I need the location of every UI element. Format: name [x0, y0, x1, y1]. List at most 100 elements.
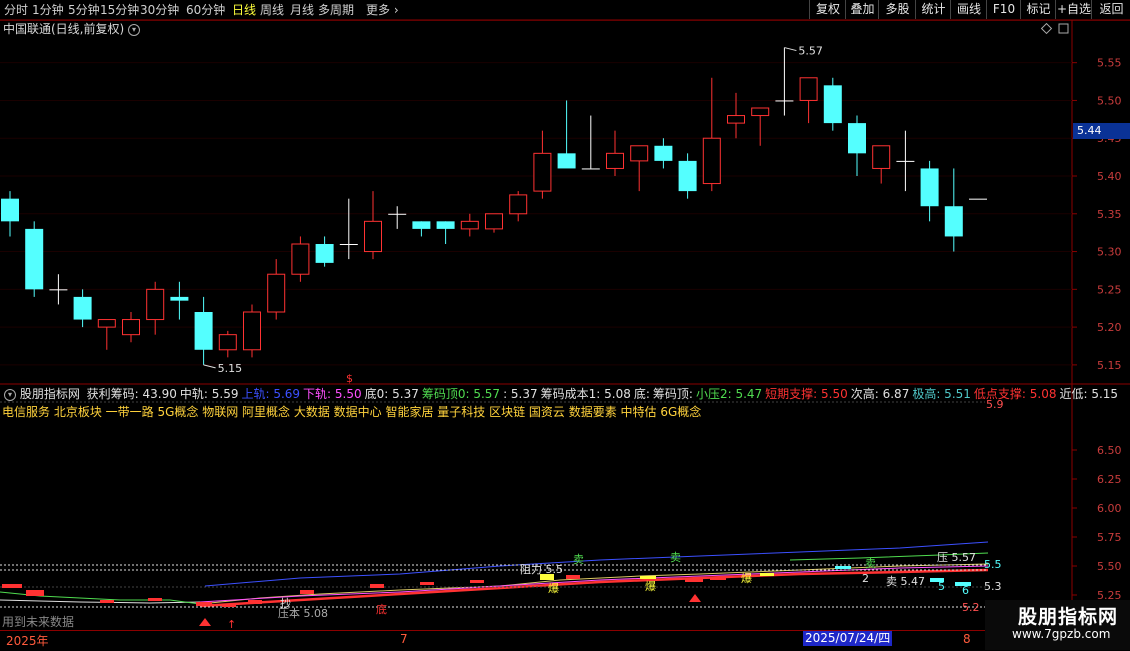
- chip-block: [196, 602, 212, 606]
- high-label: 5.57: [798, 45, 823, 58]
- candle: [533, 130, 552, 199]
- candle: [727, 92, 745, 139]
- annot-ya: 压 5.57: [937, 551, 976, 564]
- annot-six: 6: [962, 584, 969, 597]
- annot-mai3: 卖: [865, 557, 876, 570]
- main-price-axis: 5.555.505.455.405.355.305.255.205.15: [1072, 57, 1122, 372]
- candle: [630, 145, 649, 192]
- date-label-month-8: 8: [963, 632, 971, 646]
- candle-body: [49, 289, 68, 291]
- candle: [969, 198, 987, 200]
- chevron-down-icon[interactable]: ▾: [4, 388, 16, 401]
- main-annotations: 5.57 5.15 $: [203, 45, 823, 385]
- candle: [194, 296, 213, 365]
- indicator-value: 筹码顶0: 5.57: [421, 387, 501, 401]
- chip-block: [710, 577, 726, 580]
- selected-date: 2025/07/24/四: [803, 631, 893, 646]
- chip-block: [640, 576, 656, 579]
- candle-body: [533, 152, 552, 192]
- candle-body: [267, 273, 286, 313]
- watermark-url: www.7gpzb.com: [1012, 627, 1111, 641]
- chip-block: [470, 580, 484, 583]
- candle: [170, 281, 189, 320]
- indicator-value: 底:: [633, 387, 650, 401]
- annot-chao: 抄: [280, 596, 291, 610]
- buy-triangle: [689, 594, 701, 602]
- candle: [25, 221, 44, 297]
- candle-body: [727, 115, 745, 124]
- candle-body: [436, 221, 455, 229]
- annot-five: 5: [938, 580, 945, 593]
- candle-body: [460, 220, 479, 230]
- indicator-value: 短期支撑: 5.50: [765, 387, 848, 401]
- indicator-value: 近低: 5.15: [1059, 387, 1119, 401]
- candle-body: [823, 85, 842, 124]
- chip-block: [835, 566, 851, 569]
- candle-body: [170, 296, 189, 301]
- buy-triangle: [199, 618, 211, 626]
- panel-icons[interactable]: [1040, 22, 1069, 35]
- candle-body: [412, 221, 431, 229]
- current-price-tag: 5.44: [1073, 123, 1130, 139]
- candles: [1, 47, 987, 365]
- indicator-name: 股朋指标网: [19, 387, 80, 401]
- chip-block: [148, 598, 162, 601]
- price-tick-label: 5.35: [1097, 208, 1122, 221]
- kline-chart[interactable]: 5.555.505.455.405.355.305.255.205.15 5.5…: [0, 0, 1130, 650]
- indicator-value: 次高: 6.87: [850, 387, 910, 401]
- maximize-icon[interactable]: [1058, 23, 1069, 34]
- candle: [606, 130, 624, 176]
- annot-52: 5.2: [962, 601, 980, 614]
- candle-body: [848, 123, 866, 154]
- price-tick-label: 5.55: [1097, 57, 1122, 70]
- indicator-value: 下轨: 5.50: [303, 387, 362, 401]
- date-label-year: 2025年: [6, 634, 49, 648]
- diamond-icon[interactable]: [1040, 22, 1053, 35]
- candle: [97, 319, 116, 350]
- candle-body: [775, 100, 794, 102]
- candle: [267, 259, 286, 320]
- candle-body: [896, 160, 915, 162]
- candle: [557, 100, 576, 169]
- annot-bao1: 爆: [548, 581, 559, 595]
- annot-mai4: 卖 5.47: [886, 575, 925, 588]
- indicator-value: : 5.37: [503, 387, 538, 401]
- support-line: [199, 568, 989, 608]
- indicator-tick-label: 5.50: [1097, 560, 1122, 573]
- chip-block: [100, 600, 114, 603]
- candle: [1, 191, 19, 237]
- annot-zhuli: 阻力 5.5: [520, 563, 563, 576]
- candle: [388, 206, 407, 229]
- indicator-value: 筹码顶:: [652, 387, 693, 401]
- low-label: 5.15: [218, 362, 243, 375]
- date-label-month-7: 7: [400, 632, 408, 646]
- candle-body: [606, 152, 624, 169]
- candle: [460, 213, 479, 237]
- candle: [872, 145, 891, 184]
- annot-two: 2: [862, 572, 869, 585]
- candle-body: [678, 160, 697, 192]
- indicator-value: 筹码成本1: 5.08: [540, 387, 631, 401]
- candle-body: [702, 137, 721, 185]
- price-tick-label: 5.20: [1097, 321, 1122, 334]
- indicator-tick-label: 6.50: [1097, 444, 1122, 457]
- candle-body: [485, 213, 503, 230]
- candle: [485, 213, 503, 233]
- signal-glyph: $: [346, 372, 353, 385]
- candle-body: [388, 213, 407, 215]
- candle-body: [630, 145, 649, 162]
- candle: [122, 312, 140, 343]
- high-pointer: [784, 47, 797, 52]
- candle: [775, 47, 794, 116]
- candle-body: [146, 288, 165, 321]
- chip-block: [566, 575, 580, 579]
- indicator-tick-label: 5.75: [1097, 531, 1122, 544]
- candle: [218, 330, 237, 358]
- indicator-value: 获利筹码: 43.90: [86, 387, 177, 401]
- candle-body: [364, 220, 382, 253]
- price-tick-label: 5.25: [1097, 283, 1122, 296]
- indicator-axis: 6.506.256.005.755.505.25: [1072, 444, 1122, 602]
- candle-body: [581, 168, 600, 170]
- candle: [944, 168, 963, 252]
- indicator-values: 获利筹码: 43.90 中轨: 5.59 上轨: 5.69 下轨: 5.50 底0: 5…: [84, 387, 1118, 401]
